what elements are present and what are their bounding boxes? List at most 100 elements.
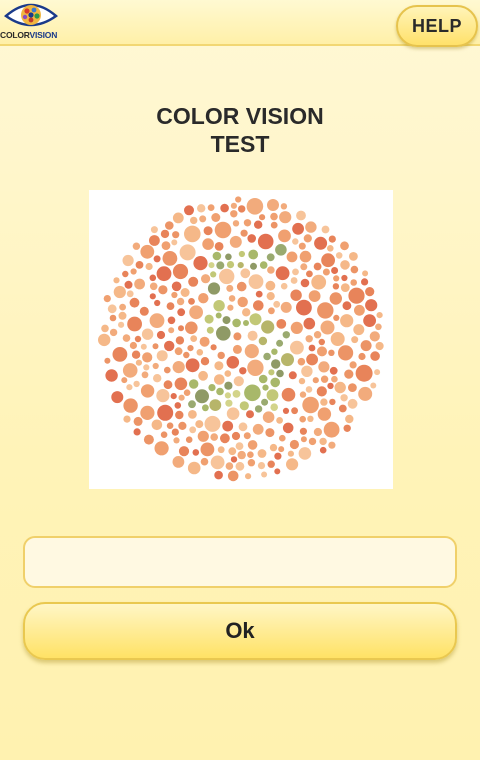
plate-dot — [200, 457, 209, 466]
plate-dot — [314, 236, 328, 250]
plate-dot — [350, 279, 358, 286]
plate-dot — [299, 250, 312, 263]
plate-dot — [222, 316, 231, 325]
plate-dot — [175, 410, 184, 420]
plate-dot — [276, 417, 283, 424]
plate-dot — [349, 252, 358, 261]
plate-dot — [365, 299, 378, 312]
plate-dot — [143, 434, 154, 445]
plate-dot — [224, 370, 232, 377]
plate-dot — [331, 375, 338, 383]
plate-dot — [259, 214, 266, 221]
plate-dot — [184, 205, 194, 216]
plate-dot — [98, 333, 111, 347]
plate-dot — [232, 390, 241, 398]
plate-dot — [340, 394, 348, 402]
plate-dot — [312, 377, 319, 384]
plate-dot — [230, 210, 238, 218]
plate-dot — [340, 314, 354, 328]
plate-dot — [298, 377, 306, 385]
plate-dot — [353, 324, 365, 336]
plate-dot — [343, 424, 351, 432]
plate-dot — [217, 446, 225, 454]
plate-dot — [317, 407, 332, 421]
plate-dot — [171, 281, 182, 292]
plate-dot — [210, 455, 225, 470]
plate-dot — [247, 330, 258, 341]
plate-dot — [203, 226, 213, 236]
plate-dot — [288, 371, 297, 380]
plate-dot — [350, 265, 359, 274]
plate-dot — [248, 274, 264, 289]
plate-dot — [160, 229, 170, 239]
plate-dot — [140, 343, 147, 350]
ok-button[interactable]: Ok — [23, 602, 457, 660]
plate-dot — [375, 323, 382, 331]
plate-dot — [334, 381, 346, 394]
plate-dot — [369, 331, 380, 342]
plate-dot — [282, 331, 290, 339]
plate-dot — [211, 213, 221, 222]
plate-dot — [237, 450, 246, 460]
answer-input[interactable] — [23, 536, 457, 588]
plate-dot — [298, 242, 306, 250]
plate-dot — [235, 196, 242, 203]
plate-dot — [291, 407, 298, 415]
plate-dot — [281, 387, 296, 402]
plate-dot — [188, 276, 199, 287]
plate-dot — [361, 278, 369, 286]
plate-dot — [303, 234, 312, 243]
plate-dot — [193, 256, 208, 271]
plate-dot — [299, 427, 307, 435]
plate-dot — [171, 239, 178, 246]
plate-dot — [164, 340, 175, 352]
plate-dot — [174, 347, 183, 356]
plate-dot — [178, 446, 190, 457]
plate-dot — [286, 251, 298, 263]
plate-dot — [375, 341, 384, 351]
plate-dot — [232, 344, 242, 354]
plate-dot — [227, 470, 239, 482]
plate-dot — [153, 374, 162, 383]
plate-dot — [269, 443, 278, 452]
plate-dot — [296, 210, 306, 221]
plate-dot — [376, 312, 383, 319]
plate-dot — [333, 275, 340, 282]
plate-dot — [238, 250, 245, 258]
plate-dot — [131, 350, 141, 359]
plate-dot — [327, 382, 334, 390]
plate-dot — [299, 415, 306, 423]
plate-dot — [200, 357, 210, 366]
plate-dot — [185, 321, 198, 335]
plate-dot — [318, 361, 330, 373]
plate-dot — [174, 402, 182, 409]
plate-dot — [247, 234, 256, 243]
plate-dot — [323, 421, 340, 438]
eye-logo-icon — [4, 3, 58, 27]
plate-dot — [187, 345, 194, 352]
plate-dot — [276, 339, 284, 347]
plate-dot — [220, 433, 230, 444]
plate-dot — [207, 282, 221, 295]
plate-dot — [204, 314, 214, 324]
plate-dot — [319, 446, 327, 454]
plate-dot — [140, 244, 155, 259]
plate-dot — [145, 262, 153, 271]
plate-dot — [365, 287, 375, 297]
title-line-1: COLOR VISION — [156, 103, 324, 129]
plate-dot — [227, 304, 234, 311]
plate-dot — [228, 295, 236, 302]
plate-dot — [134, 335, 142, 343]
plate-dot — [370, 351, 380, 361]
plate-dot — [109, 314, 117, 322]
plate-dot — [282, 422, 294, 434]
plate-dot — [123, 398, 138, 413]
plate-dot — [156, 330, 166, 340]
plate-dot — [124, 280, 133, 289]
plate-dot — [308, 290, 321, 302]
plate-dot — [247, 451, 254, 459]
plate-dot — [267, 266, 275, 274]
plate-dot — [208, 262, 215, 269]
plate-dot — [224, 392, 231, 399]
help-button[interactable]: HELP — [396, 5, 478, 47]
